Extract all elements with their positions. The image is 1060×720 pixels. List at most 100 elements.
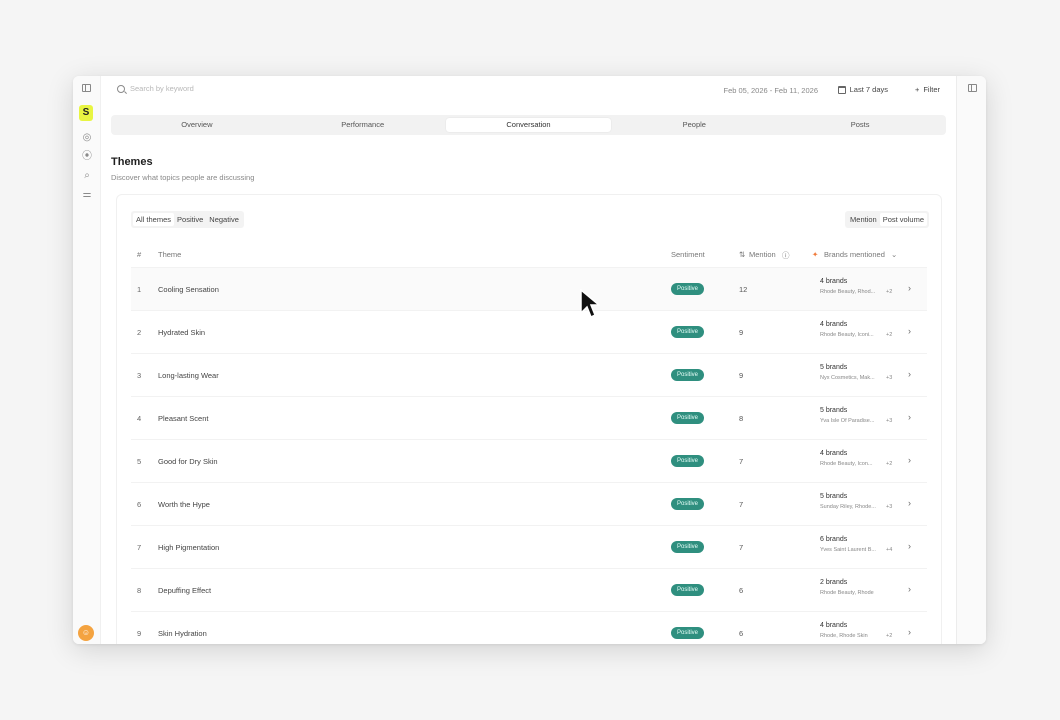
sort-icon[interactable]: ⇅ [739,250,745,259]
filter-negative[interactable]: Negative [206,213,242,226]
sentiment-badge: Positive [671,455,705,467]
tab-conversation[interactable]: Conversation [445,118,612,132]
table-row[interactable]: 5 Good for Dry Skin Positive 7 4 brands Rhode… [131,439,927,482]
chevron-right-icon[interactable]: › [908,369,911,379]
col-mention[interactable]: Mention [749,250,776,259]
table-row[interactable]: 8 Depuffing Effect Positive 6 2 brands Rhode … [131,568,927,611]
mention-count: 7 [739,457,744,466]
theme-name: Cooling Sensation [158,285,219,294]
brands-list: Rhode Beauty, Rhode [820,590,874,596]
table-row[interactable]: 6 Worth the Hype Positive 7 5 brands Sunday R… [131,482,927,525]
sidebar-toggle-icon[interactable] [82,84,91,92]
chevron-right-icon[interactable]: › [908,326,911,336]
col-brands[interactable]: Brands mentioned [824,250,885,259]
col-sentiment[interactable]: Sentiment [671,250,705,259]
col-theme[interactable]: Theme [158,250,181,259]
row-number: 8 [137,586,142,595]
row-number: 9 [137,629,142,638]
brands-list: Yva Isle Of Paradise... [820,418,875,424]
tab-posts[interactable]: Posts [777,118,943,132]
brands-count: 5 brands [820,407,848,414]
table-header: # Theme Sentiment ⇅ Mention ⓘ ✦ Brands m… [131,250,927,264]
brands-more-count: +3 [886,375,893,381]
row-number: 1 [137,285,142,294]
theme-name: Pleasant Scent [158,414,209,423]
mention-count: 12 [739,285,748,294]
brands-list: Sunday Riley, Rhode... [820,504,876,510]
filter-positive[interactable]: Positive [174,213,206,226]
chevron-right-icon[interactable]: › [908,584,911,594]
brands-count: 6 brands [820,536,848,543]
plus-icon: + [914,85,920,94]
row-number: 5 [137,457,142,466]
filter-all-themes[interactable]: All themes [133,213,175,226]
brands-count: 2 brands [820,579,848,586]
brands-more-count: +3 [886,504,893,510]
row-number: 3 [137,371,142,380]
brands-count: 4 brands [820,450,848,457]
sentiment-badge: Positive [671,369,705,381]
period-select[interactable]: Last 7 days [837,85,888,94]
theme-name: Depuffing Effect [158,586,212,595]
brands-list: Nyx Cosmetics, Mak... [820,375,875,381]
page-subtitle: Discover what topics people are discussi… [111,173,255,182]
row-number: 6 [137,500,142,509]
chevron-right-icon[interactable]: › [908,283,911,293]
brands-more-count: +2 [886,633,893,639]
user-avatar[interactable]: ☺ [78,625,94,641]
sentiment-badge: Positive [671,498,705,510]
tab-performance[interactable]: Performance [280,118,446,132]
chevron-right-icon[interactable]: › [908,455,911,465]
table-row[interactable]: 7 High Pigmentation Positive 7 6 brands Yves … [131,525,927,568]
brands-more-count: +3 [886,418,893,424]
tab-overview[interactable]: Overview [114,118,280,132]
brands-list: Rhode Beauty, Icon... [820,461,873,467]
chevron-right-icon[interactable]: › [908,412,911,422]
brands-sparkle-icon: ✦ [812,250,819,259]
search-nav-icon[interactable]: ⌕ [81,170,93,182]
broadcast-icon[interactable]: ⦿ [81,151,93,163]
table-row[interactable]: 3 Long-lasting Wear Positive 9 5 brands Nyx C… [131,353,927,396]
metric-post-volume[interactable]: Post volume [879,213,927,226]
chevron-right-icon[interactable]: › [908,498,911,508]
brands-list: Rhode, Rhode Skin [820,633,868,639]
date-range[interactable]: Feb 05, 2026 - Feb 11, 2026 [723,86,818,95]
settings-sliders-icon[interactable]: ⚌ [81,189,93,201]
table-row[interactable]: 2 Hydrated Skin Positive 9 4 brands Rhode Bea… [131,310,927,353]
theme-name: Hydrated Skin [158,328,206,337]
mention-count: 7 [739,500,744,509]
chevron-right-icon[interactable]: › [908,627,911,637]
brands-more-count: +2 [886,332,893,338]
tab-people[interactable]: People [611,118,777,132]
brands-more-count: +2 [886,289,893,295]
brands-more-count: +4 [886,547,893,553]
col-number: # [137,250,142,259]
table-row[interactable]: 9 Skin Hydration Positive 6 4 brands Rhode, R… [131,611,927,644]
table-row[interactable]: 4 Pleasant Scent Positive 8 5 brands Yva Isle… [131,396,927,439]
search-input[interactable]: Search by keyword [130,84,194,93]
period-label: Last 7 days [849,85,888,94]
metric-toggle: Mention Post volume [845,211,929,228]
main-content: Search by keyword Feb 05, 2026 - Feb 11,… [101,76,956,644]
search-box[interactable]: Search by keyword [117,84,194,93]
chevron-right-icon[interactable]: › [908,541,911,551]
theme-name: Long-lasting Wear [158,371,219,380]
app-logo[interactable]: S [79,105,93,121]
metric-mention[interactable]: Mention [847,213,880,226]
filter-label: Filter [923,85,940,94]
theme-name: Good for Dry Skin [158,457,218,466]
filter-button[interactable]: + Filter [915,85,940,94]
sentiment-badge: Positive [671,412,705,424]
info-icon[interactable]: ⓘ [782,250,790,261]
mention-count: 8 [739,414,744,423]
dashboard-icon[interactable]: ◎ [81,132,93,144]
row-number: 4 [137,414,142,423]
mention-count: 6 [739,586,744,595]
sentiment-badge: Positive [671,326,705,338]
chevron-down-icon[interactable]: ⌄ [891,250,897,259]
right-rail [956,76,986,644]
view-tabs: Overview Performance Conversation People… [111,115,946,135]
table-row[interactable]: 1 Cooling Sensation Positive 12 4 brands Rhod… [131,267,927,310]
mouse-cursor [580,289,600,319]
panel-toggle-icon[interactable] [968,84,977,92]
